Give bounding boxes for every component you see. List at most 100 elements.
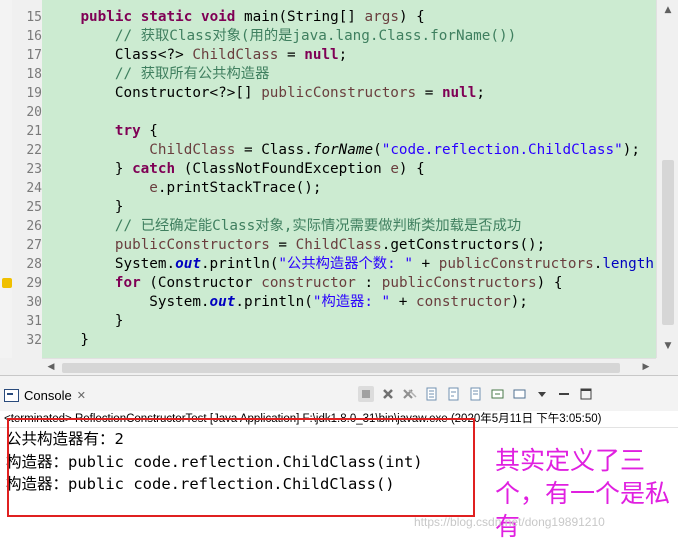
minimize-icon[interactable] [556, 386, 572, 402]
code-token: ChildClass [295, 237, 382, 253]
code-token: ); [622, 142, 640, 158]
code-line: // 已经确定能Class对象,实际情况需要做判断类加载是否成功 [46, 217, 521, 236]
console-toolbar [358, 386, 594, 402]
code-token: try [114, 123, 141, 139]
line-number: 32 [26, 333, 42, 348]
code-token: } [46, 199, 124, 215]
word-wrap-icon[interactable] [446, 386, 462, 402]
line-number: 28 [26, 257, 42, 272]
line-number-ruler: 15 16 17 18 19 20 21 22 23 24 25 26 27 28 29 30 31 32 [12, 0, 42, 358]
scroll-up-icon[interactable]: ▲ [662, 4, 674, 16]
code-token: constructor [416, 294, 511, 310]
close-icon[interactable]: ✕ [77, 389, 86, 402]
code-token: ( [373, 142, 382, 158]
code-token: ; [476, 85, 485, 101]
code-token: ; [338, 47, 348, 63]
code-token: ChildClass [149, 142, 236, 158]
vertical-scroll-thumb[interactable] [662, 160, 674, 325]
line-number: 16 [26, 29, 42, 44]
line-number: 30 [26, 295, 42, 310]
code-token: publicConstructors [261, 85, 417, 101]
console-view-header: Console ✕ [0, 375, 678, 413]
open-console-icon[interactable] [512, 386, 528, 402]
code-token: .printStackTrace(); [157, 180, 322, 196]
code-token: ) { [398, 9, 425, 25]
code-token: // 获取所有公共构造器 [114, 66, 270, 82]
code-editor[interactable]: 15 16 17 18 19 20 21 22 23 24 25 26 27 28 29 30 31 32 pub… [0, 0, 678, 376]
maximize-icon[interactable] [578, 386, 594, 402]
terminate-icon[interactable] [358, 386, 374, 402]
code-token: catch [132, 161, 176, 177]
line-number: 18 [26, 67, 42, 82]
code-token: = [278, 47, 305, 63]
tab-console[interactable]: Console ✕ [4, 384, 86, 406]
code-token: args [364, 9, 399, 25]
scroll-left-icon[interactable]: ◀ [45, 361, 57, 373]
code-token: Class<?> [46, 47, 193, 63]
code-token: (Constructor [140, 275, 262, 291]
code-token: publicConstructors [114, 237, 270, 253]
code-token: main(String[] [235, 9, 365, 25]
remove-all-icon[interactable] [402, 386, 418, 402]
code-line: System.out.println("公共构造器个数: " + publicC… [46, 255, 656, 274]
scroll-right-icon[interactable]: ▶ [640, 361, 652, 373]
code-token: .getConstructors(); [381, 237, 546, 253]
code-token: e [390, 161, 399, 177]
warning-marker-icon[interactable] [2, 278, 12, 288]
line-number: 24 [26, 181, 42, 196]
pin-icon[interactable] [468, 386, 484, 402]
code-token: (ClassNotFoundException [175, 161, 391, 177]
line-number: 17 [26, 48, 42, 63]
code-token: out [175, 256, 201, 272]
line-number: 29 [26, 276, 42, 291]
line-number: 15 [26, 10, 42, 25]
line-number: 21 [26, 124, 42, 139]
code-token: constructor [261, 275, 356, 291]
line-number: 27 [26, 238, 42, 253]
code-line: System.out.println("构造器: " + constructor… [46, 293, 528, 312]
view-menu-icon[interactable] [534, 386, 550, 402]
horizontal-scrollbar[interactable]: ◀ ▶ [42, 358, 656, 376]
code-token: Constructor<?>[] [46, 85, 262, 101]
code-token: ) { [398, 161, 425, 177]
code-token: .println( [200, 256, 279, 272]
code-area[interactable]: public static void main(String[] args) {… [42, 0, 656, 358]
code-token: out [209, 294, 236, 310]
code-line: e.printStackTrace(); [46, 179, 321, 198]
code-token: publicConstructors [438, 256, 594, 272]
display-console-icon[interactable] [490, 386, 506, 402]
code-token: e [149, 180, 158, 196]
code-token: ); [510, 294, 528, 310]
code-line: // 获取所有公共构造器 [46, 65, 270, 84]
code-line: public static void main(String[] args) { [46, 8, 425, 27]
code-token: ) { [536, 275, 563, 291]
scroll-lock-icon[interactable] [424, 386, 440, 402]
code-token: .println( [235, 294, 313, 310]
remove-launch-icon[interactable] [380, 386, 396, 402]
code-token: "构造器: " [312, 294, 391, 310]
code-line: } [46, 198, 124, 217]
scroll-down-icon[interactable]: ▼ [662, 340, 674, 352]
code-token: : [355, 275, 382, 291]
code-line: } catch (ClassNotFoundException e) { [46, 160, 425, 179]
code-line: ChildClass = Class.forName("code.reflect… [46, 141, 640, 160]
output-highlight-box [7, 418, 475, 517]
code-line: Constructor<?>[] publicConstructors = nu… [46, 84, 485, 103]
line-number: 31 [26, 314, 42, 329]
code-token: } [46, 313, 124, 329]
code-token: + [412, 256, 439, 272]
horizontal-scroll-thumb[interactable] [62, 363, 620, 373]
code-token: for [114, 275, 141, 291]
code-token: public [80, 9, 133, 25]
code-token: } [46, 332, 90, 348]
code-token: // 已经确定能Class对象,实际情况需要做判断类加载是否成功 [114, 218, 522, 234]
code-token: publicConstructors [381, 275, 537, 291]
vertical-scrollbar[interactable]: ▲ ▼ [656, 0, 678, 358]
line-number: 22 [26, 143, 42, 158]
